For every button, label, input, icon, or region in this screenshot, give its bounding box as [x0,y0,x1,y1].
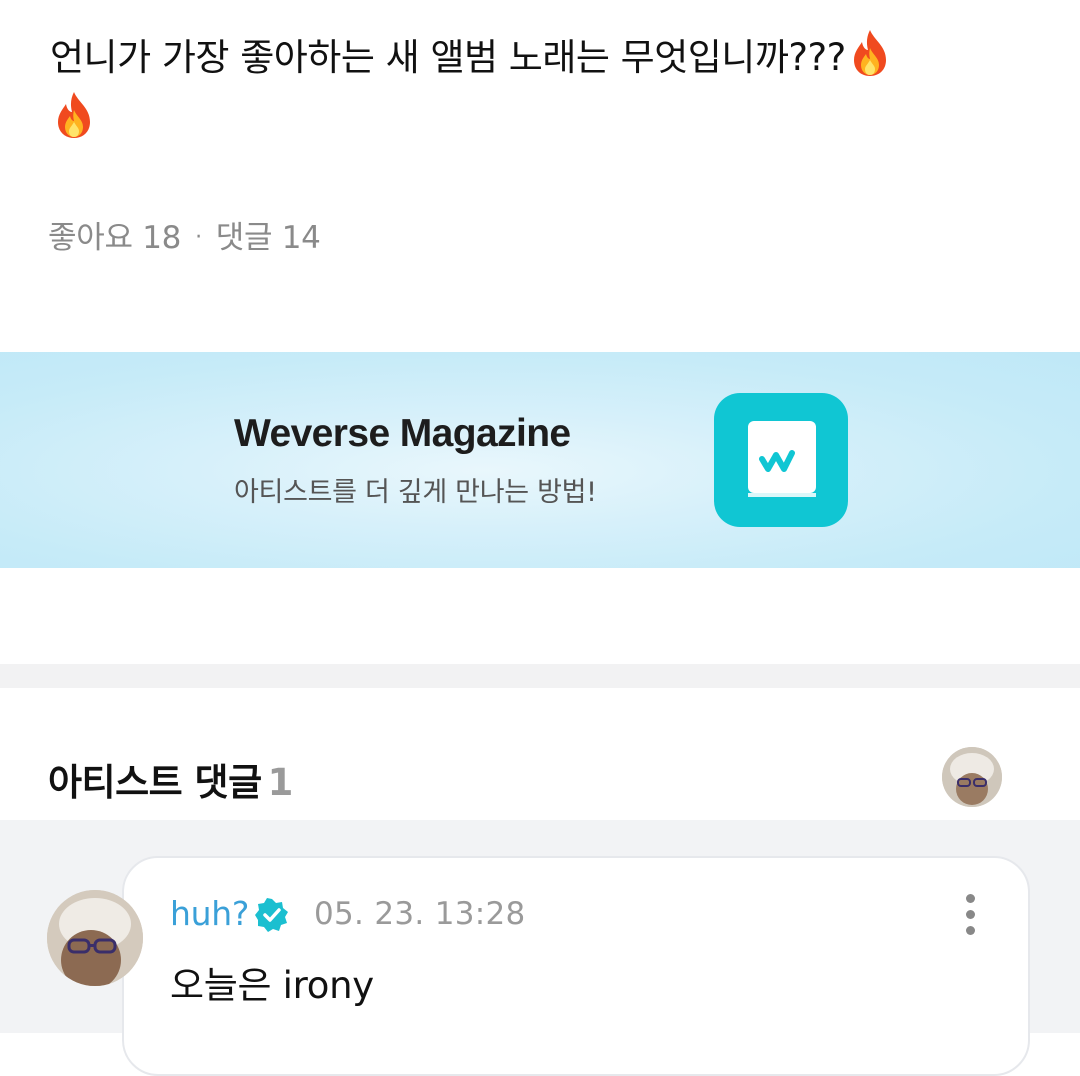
comment-author-name[interactable]: huh? [170,894,249,933]
artist-comments-title: 아티스트 댓글 [48,761,262,804]
post-text: 언니가 가장 좋아하는 새 앨범 노래는 무엇입니까??? [50,36,846,79]
banner-title: Weverse Magazine [234,412,571,455]
banner-subtitle: 아티스트를 더 깊게 만나는 방법! [234,477,597,508]
fire-emoji-icon [853,30,886,76]
likes-count[interactable]: 좋아요 18 [48,220,181,256]
artist-comments-heading: 아티스트 댓글 1 [48,752,293,806]
fire-emoji-icon [58,92,90,138]
post-content: 언니가 가장 좋아하는 새 앨범 노래는 무엇입니까??? [50,28,1030,140]
more-options-icon[interactable] [958,894,982,938]
post-stats: 좋아요 18 · 댓글 14 [48,212,321,257]
weverse-magazine-banner[interactable]: Weverse Magazine 아티스트를 더 깊게 만나는 방법! [0,352,1080,568]
section-divider [0,664,1080,688]
weverse-magazine-book-icon [714,393,848,527]
comment-date: 05. 23. 13:28 [314,896,526,932]
artist-avatar[interactable] [942,747,1002,807]
comment-author-avatar[interactable] [47,890,143,986]
artist-comments-count: 1 [267,761,294,804]
comments-count[interactable]: 댓글 14 [216,220,321,256]
verified-badge-icon [255,898,288,932]
comment-body: 오늘은 irony [170,964,374,1007]
stats-separator: · [195,225,202,250]
